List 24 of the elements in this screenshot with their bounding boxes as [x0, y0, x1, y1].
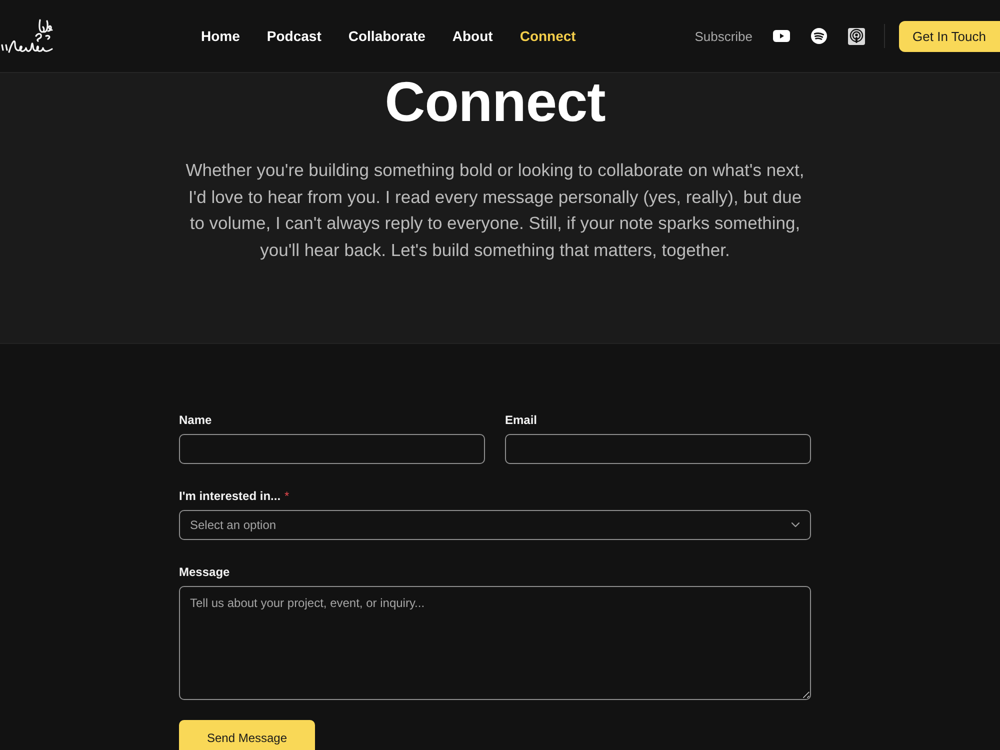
text-input-field[interactable] — [505, 434, 811, 464]
nav-link[interactable]: Home — [201, 28, 240, 44]
field-label: Email — [505, 412, 538, 428]
send-message-button[interactable]: Send Message — [179, 720, 315, 750]
podcast-icon[interactable] — [848, 28, 865, 44]
text-input-field[interactable] — [179, 434, 485, 464]
youtube-icon[interactable] — [772, 30, 790, 42]
nav-link[interactable]: Connect — [520, 28, 576, 44]
page-title: Connect — [384, 74, 606, 130]
nav-link[interactable]: Podcast — [266, 28, 322, 44]
field-label: Name — [179, 412, 212, 428]
field-label: Message — [179, 564, 230, 580]
select-placeholder: Select an option — [190, 518, 276, 532]
get-in-touch-button[interactable]: Get In Touch — [898, 20, 1000, 52]
nav-link[interactable]: About — [452, 28, 493, 44]
field-label: I'm interested in... — [179, 488, 281, 504]
select-field[interactable]: Select an option — [179, 510, 811, 540]
required-asterisk: * — [284, 488, 290, 504]
intro-paragraph: Whether you're building something bold or looking to collaborate on what's next, I'd love to hear from you. I read every message personally (yes, really), but due to volume, I can't always reply to everyone. Still, if your note sparks something, you'll hear back. Let's build something that matters, together. — [184, 159, 806, 262]
message-textarea[interactable]: Tell us about your project, event, or inquiry... — [179, 586, 811, 700]
nav-link[interactable]: Collaborate — [348, 28, 426, 44]
subscribe-label: Subscribe — [694, 28, 753, 44]
spotify-icon[interactable] — [810, 28, 827, 44]
chevron-down-icon — [791, 522, 800, 528]
